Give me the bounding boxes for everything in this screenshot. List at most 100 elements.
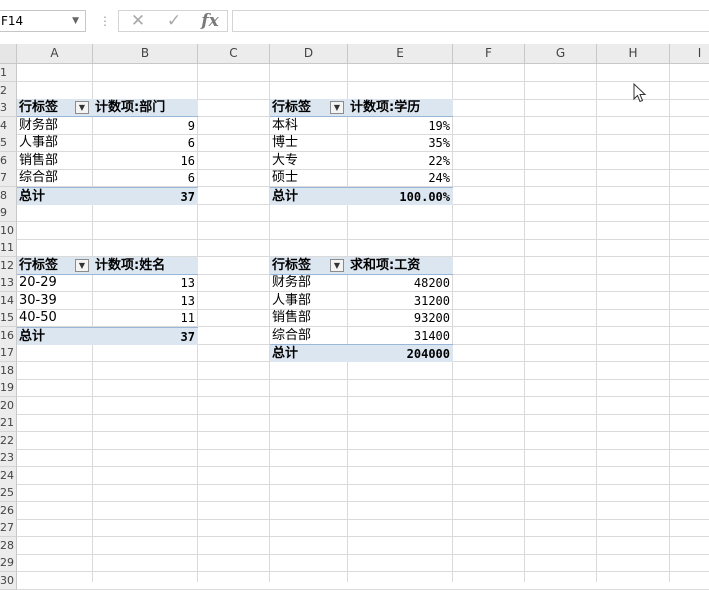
row-header-10[interactable]: 10 [0, 221, 17, 240]
row-header-5[interactable]: 5 [0, 134, 17, 152]
edu-item-label[interactable]: 博士 [270, 134, 348, 152]
row-header-24[interactable]: 24 [0, 466, 17, 485]
column-header-i[interactable]: I [670, 44, 709, 64]
dept-item-value[interactable]: 6 [93, 169, 198, 187]
salary-item-label[interactable]: 销售部 [270, 309, 348, 327]
insert-function-button[interactable]: fx [197, 11, 223, 31]
row-header-13[interactable]: 13 [0, 274, 17, 292]
column-header-e[interactable]: E [348, 44, 453, 64]
edu-item-value[interactable]: 35% [348, 134, 453, 152]
salary-item-value[interactable]: 48200 [348, 274, 453, 292]
row-header-22[interactable]: 22 [0, 431, 17, 450]
salary-row-label-text: 行标签 [272, 257, 312, 273]
edu-item-label[interactable]: 大专 [270, 152, 348, 170]
age-row-label-header[interactable]: 行标签 ▼ [17, 256, 93, 275]
dept-item-label[interactable]: 财务部 [17, 117, 93, 135]
row-header-20[interactable]: 20 [0, 396, 17, 415]
filter-dropdown-icon[interactable]: ▼ [330, 258, 344, 272]
row-header-9[interactable]: 9 [0, 204, 17, 222]
chevron-down-icon[interactable]: ▼ [72, 11, 79, 31]
column-header-a[interactable]: A [17, 44, 93, 64]
salary-item-value[interactable]: 31400 [348, 327, 453, 345]
edu-item-value[interactable]: 19% [348, 117, 453, 135]
edu-total-value[interactable]: 100.00% [348, 186, 453, 205]
age-item-value[interactable]: 11 [93, 309, 198, 327]
salary-item-label[interactable]: 财务部 [270, 274, 348, 292]
more-options-icon[interactable]: ⋮ [99, 12, 111, 30]
age-item-value[interactable]: 13 [93, 292, 198, 310]
dept-total-label[interactable]: 总计 [17, 186, 93, 205]
cancel-icon[interactable]: ✕ [125, 11, 151, 31]
name-box[interactable]: F14 ▼ [0, 10, 86, 32]
row-header-12[interactable]: 12 [0, 256, 17, 275]
enter-icon[interactable]: ✓ [161, 11, 187, 31]
salary-row-label-header[interactable]: 行标签 ▼ [270, 256, 348, 275]
row-header-25[interactable]: 25 [0, 484, 17, 502]
row-header-28[interactable]: 28 [0, 536, 17, 555]
edu-item-value[interactable]: 22% [348, 152, 453, 170]
row-header-8[interactable]: 8 [0, 186, 17, 205]
salary-item-label[interactable]: 综合部 [270, 327, 348, 345]
row-header-11[interactable]: 11 [0, 239, 17, 257]
row-header-3[interactable]: 3 [0, 99, 17, 117]
column-gridline [669, 64, 670, 582]
row-header-23[interactable]: 23 [0, 449, 17, 467]
row-header-18[interactable]: 18 [0, 361, 17, 380]
column-header-g[interactable]: G [525, 44, 597, 64]
dept-item-value[interactable]: 6 [93, 134, 198, 152]
column-header-d[interactable]: D [270, 44, 348, 64]
row-header-2[interactable]: 2 [0, 81, 17, 100]
column-header-f[interactable]: F [453, 44, 525, 64]
row-header-7[interactable]: 7 [0, 169, 17, 187]
salary-item-label[interactable]: 人事部 [270, 292, 348, 310]
row-gridline [17, 588, 709, 590]
age-total-value[interactable]: 37 [93, 326, 198, 345]
row-header-4[interactable]: 4 [0, 116, 17, 135]
dept-row-label-header[interactable]: 行标签 ▼ [17, 99, 93, 117]
filter-dropdown-icon[interactable]: ▼ [75, 258, 89, 272]
row-header-19[interactable]: 19 [0, 379, 17, 397]
age-item-label[interactable]: 40-50 [17, 309, 93, 327]
edu-item-value[interactable]: 24% [348, 169, 453, 187]
column-header-b[interactable]: B [93, 44, 198, 64]
dept-value-header[interactable]: 计数项:部门 [93, 99, 198, 117]
row-header-17[interactable]: 17 [0, 344, 17, 362]
row-header-27[interactable]: 27 [0, 519, 17, 537]
row-header-30[interactable]: 30 [0, 571, 17, 590]
row-header-29[interactable]: 29 [0, 554, 17, 572]
dept-item-value[interactable]: 9 [93, 117, 198, 135]
row-header-6[interactable]: 6 [0, 151, 17, 170]
age-item-label[interactable]: 20-29 [17, 274, 93, 292]
dept-total-value[interactable]: 37 [93, 186, 198, 205]
salary-item-value[interactable]: 93200 [348, 309, 453, 327]
edu-item-label[interactable]: 本科 [270, 117, 348, 135]
age-item-label[interactable]: 30-39 [17, 292, 93, 310]
row-header-16[interactable]: 16 [0, 326, 17, 345]
select-all-corner[interactable] [0, 44, 17, 64]
dept-item-value[interactable]: 16 [93, 152, 198, 170]
filter-dropdown-icon[interactable]: ▼ [75, 101, 89, 114]
dept-item-label[interactable]: 人事部 [17, 134, 93, 152]
row-header-26[interactable]: 26 [0, 501, 17, 520]
filter-dropdown-icon[interactable]: ▼ [330, 101, 344, 114]
column-header-c[interactable]: C [198, 44, 270, 64]
row-header-1[interactable]: 1 [0, 64, 17, 82]
dept-item-label[interactable]: 销售部 [17, 152, 93, 170]
column-header-h[interactable]: H [597, 44, 670, 64]
salary-item-value[interactable]: 31200 [348, 292, 453, 310]
age-value-header[interactable]: 计数项:姓名 [93, 256, 198, 275]
dept-item-label[interactable]: 综合部 [17, 169, 93, 187]
row-header-14[interactable]: 14 [0, 291, 17, 310]
edu-item-label[interactable]: 硕士 [270, 169, 348, 187]
row-header-15[interactable]: 15 [0, 309, 17, 327]
edu-row-label-header[interactable]: 行标签 ▼ [270, 99, 348, 117]
edu-total-label[interactable]: 总计 [270, 186, 348, 205]
age-item-value[interactable]: 13 [93, 274, 198, 292]
salary-total-label[interactable]: 总计 [270, 344, 348, 362]
formula-input[interactable] [232, 10, 709, 32]
edu-value-header[interactable]: 计数项:学历 [348, 99, 453, 117]
salary-total-value[interactable]: 204000 [348, 344, 453, 362]
row-header-21[interactable]: 21 [0, 414, 17, 432]
salary-value-header[interactable]: 求和项:工资 [348, 256, 453, 275]
age-total-label[interactable]: 总计 [17, 326, 93, 345]
